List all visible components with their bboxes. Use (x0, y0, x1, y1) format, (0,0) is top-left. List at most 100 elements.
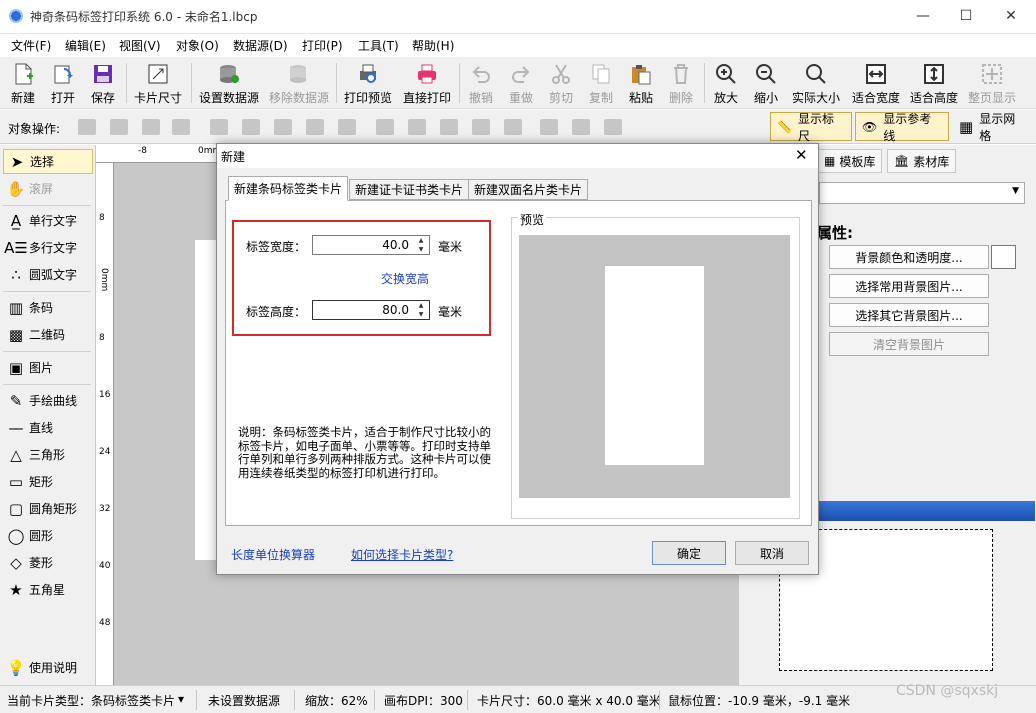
maximize-button[interactable]: ☐ (943, 0, 989, 32)
tab-barcode-label-card[interactable]: 新建条码标签类卡片 (228, 176, 349, 201)
tool-diamond[interactable]: ◇ 菱形 (3, 550, 93, 575)
layer-bottom-icon[interactable] (172, 119, 190, 135)
chevron-down-icon[interactable]: ▾ (178, 692, 184, 706)
image-icon: ▣ (8, 358, 24, 377)
align-right-icon[interactable] (274, 119, 292, 135)
dialog-title: 新建 (221, 150, 246, 164)
common-bg-image-button[interactable]: 选择常用背景图片... (829, 274, 989, 298)
tool-triangle[interactable]: △ 三角形 (3, 442, 93, 467)
actual-size-button[interactable]: 实际大小 (789, 60, 843, 106)
copy-button[interactable]: 复制 (584, 60, 618, 106)
align-center-icon[interactable] (242, 119, 260, 135)
card-size-button[interactable]: 卡片尺寸 (131, 60, 185, 106)
minimize-button[interactable]: — (900, 0, 946, 32)
tool-rect[interactable]: ▭ 矩形 (3, 469, 93, 494)
how-to-choose-link[interactable]: 如何选择卡片类型? (351, 546, 453, 563)
tool-arc-text[interactable]: ∴ 圆弧文字 (3, 262, 93, 287)
tool-qrcode[interactable]: ▩ 二维码 (3, 322, 93, 347)
print-preview-button[interactable]: 打印预览 (341, 60, 395, 106)
distribute-v-icon[interactable] (338, 119, 356, 135)
layer-up-icon[interactable] (110, 119, 128, 135)
show-guides-toggle[interactable]: 👁 显示参考线 (855, 112, 949, 143)
menu-print[interactable]: 打印(P) (302, 37, 343, 54)
preview-card (605, 266, 704, 465)
swap-width-height-link[interactable]: 交换宽高 (381, 270, 429, 287)
cancel-button[interactable]: 取消 (735, 541, 809, 565)
tab-double-sided-card[interactable]: 新建双面名片类卡片 (468, 179, 589, 200)
zoom-in-button[interactable]: 放大 (709, 60, 743, 106)
tab-id-certificate-card[interactable]: 新建证卡证书类卡片 (349, 179, 470, 200)
delete-button[interactable]: 删除 (664, 60, 698, 106)
menu-help[interactable]: 帮助(H) (412, 37, 454, 54)
tab-templates[interactable]: ▦ 模板库 (817, 149, 883, 173)
tool-star[interactable]: ★ 五角星 (3, 577, 93, 602)
spin-arrows-icon[interactable]: ▲ ▼ (414, 237, 428, 253)
menu-edit[interactable]: 编辑(E) (65, 37, 106, 54)
bg-color-button[interactable]: 背景颜色和透明度... (829, 245, 989, 269)
object-select-combo[interactable]: ▼ (819, 182, 1025, 204)
tool-single-text[interactable]: A̲ 单行文字 (3, 208, 93, 233)
window-title: 神奇条码标签打印系统 6.0 - 未命名1.lbcp (30, 10, 258, 24)
show-grid-toggle[interactable]: ▦ 显示网格 (952, 112, 1034, 143)
width-spinbox[interactable]: 40.0 ▲ ▼ (312, 235, 430, 255)
tool-round-rect[interactable]: ▢ 圆角矩形 (3, 496, 93, 521)
show-ruler-toggle[interactable]: 📏 显示标尺 (770, 112, 852, 143)
tool-barcode[interactable]: ▥ 条码 (3, 295, 93, 320)
new-file-icon (12, 63, 34, 85)
distribute-h-icon[interactable] (306, 119, 324, 135)
other-bg-image-button[interactable]: 选择其它背景图片... (829, 303, 989, 327)
clear-bg-image-button[interactable]: 清空背景图片 (829, 332, 989, 356)
layer-down-icon[interactable] (142, 119, 160, 135)
tool-freehand[interactable]: ✎ 手绘曲线 (3, 388, 93, 413)
layer-top-icon[interactable] (78, 119, 96, 135)
redo-button[interactable]: 重做 (504, 60, 538, 106)
group-icon[interactable] (540, 119, 558, 135)
undo-button[interactable]: 撤销 (464, 60, 498, 106)
status-bar: 当前卡片类型：条码标签类卡片 ▾ 未设置数据源 缩放：62% 画布DPI：300… (0, 685, 1036, 713)
lock-icon[interactable] (604, 119, 622, 135)
unit-converter-link[interactable]: 长度单位换算器 (231, 546, 315, 563)
tool-line[interactable]: — 直线 (3, 415, 93, 440)
align-bottom-icon[interactable] (440, 119, 458, 135)
status-card-type[interactable]: 当前卡片类型：条码标签类卡片 (7, 692, 175, 709)
ruler-icon: 📏 (777, 119, 792, 134)
open-button[interactable]: 打开 (46, 60, 80, 106)
paste-button[interactable]: 粘贴 (624, 60, 658, 106)
bg-color-swatch[interactable] (991, 245, 1016, 269)
full-page-button[interactable]: 整页显示 (965, 60, 1019, 106)
menu-view[interactable]: 视图(V) (119, 37, 161, 54)
fit-width-button[interactable]: 适合宽度 (849, 60, 903, 106)
menu-datasource[interactable]: 数据源(D) (233, 37, 288, 54)
menu-object[interactable]: 对象(O) (176, 37, 219, 54)
same-height-icon[interactable] (504, 119, 522, 135)
tab-materials[interactable]: 🏛 素材库 (887, 149, 957, 173)
close-button[interactable]: ✕ (988, 0, 1034, 32)
ungroup-icon[interactable] (572, 119, 590, 135)
menu-file[interactable]: 文件(F) (11, 37, 51, 54)
ruler-mark: 40 (99, 561, 111, 571)
tool-circle[interactable]: ◯ 圆形 (3, 523, 93, 548)
zoom-out-button[interactable]: 缩小 (749, 60, 783, 106)
height-spinbox[interactable]: 80.0 ▲ ▼ (312, 300, 430, 320)
tool-scroll[interactable]: ✋ 滚屏 (3, 176, 93, 201)
align-left-icon[interactable] (210, 119, 228, 135)
save-button[interactable]: 保存 (86, 60, 120, 106)
clipboard-icon (630, 63, 652, 85)
tool-select[interactable]: ➤ 选择 (3, 149, 93, 174)
new-button[interactable]: 新建 (6, 60, 40, 106)
tool-help[interactable]: 💡 使用说明 (3, 655, 93, 680)
cut-button[interactable]: 剪切 (544, 60, 578, 106)
ok-button[interactable]: 确定 (652, 541, 726, 565)
align-top-icon[interactable] (376, 119, 394, 135)
dialog-close-button[interactable]: ✕ (795, 146, 808, 164)
fit-height-button[interactable]: 适合高度 (907, 60, 961, 106)
direct-print-button[interactable]: 直接打印 (400, 60, 454, 106)
set-datasource-button[interactable]: 设置数据源 (196, 60, 262, 106)
spin-arrows-icon[interactable]: ▲ ▼ (414, 302, 428, 318)
tool-multi-text[interactable]: A☰ 多行文字 (3, 235, 93, 260)
same-width-icon[interactable] (472, 119, 490, 135)
remove-datasource-button[interactable]: 移除数据源 (266, 60, 332, 106)
tool-image[interactable]: ▣ 图片 (3, 355, 93, 380)
menu-tools[interactable]: 工具(T) (358, 37, 399, 54)
align-middle-icon[interactable] (408, 119, 426, 135)
